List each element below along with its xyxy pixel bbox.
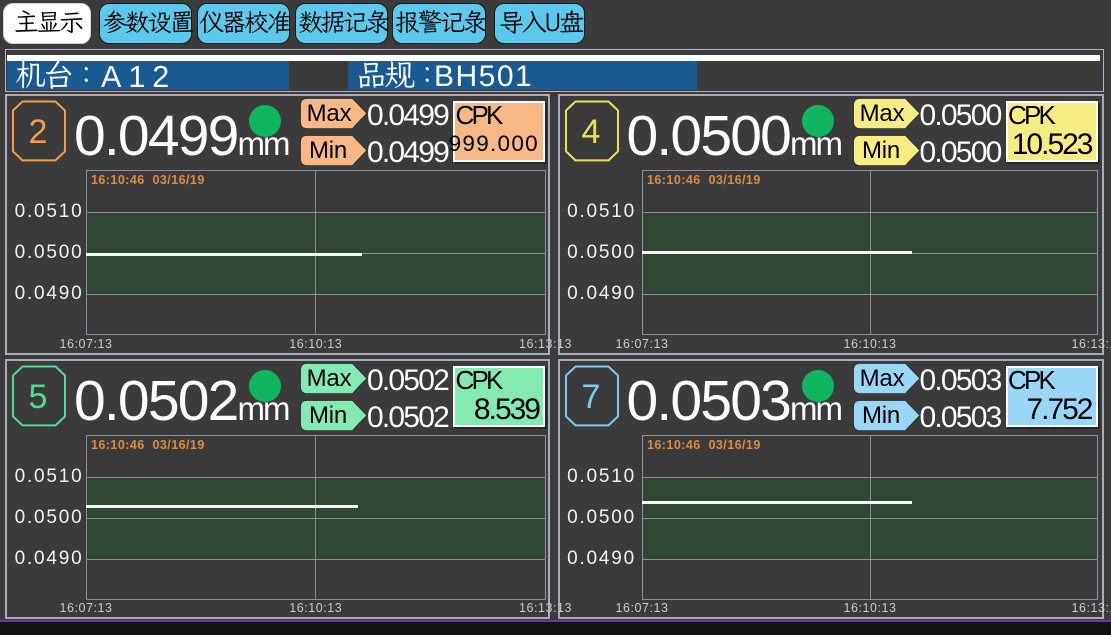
svg-text:Max: Max	[859, 100, 904, 127]
svg-text:Min: Min	[309, 402, 347, 429]
svg-text:5: 5	[29, 378, 48, 416]
svg-text:Max: Max	[307, 100, 352, 127]
svg-text:7: 7	[581, 378, 600, 416]
svg-text:Max: Max	[307, 365, 352, 392]
svg-text:4: 4	[581, 113, 600, 151]
svg-text:Min: Min	[861, 137, 899, 164]
svg-text:Min: Min	[309, 137, 347, 164]
svg-text:Min: Min	[861, 402, 899, 429]
svg-text:2: 2	[29, 113, 48, 151]
svg-text:Max: Max	[859, 365, 904, 392]
